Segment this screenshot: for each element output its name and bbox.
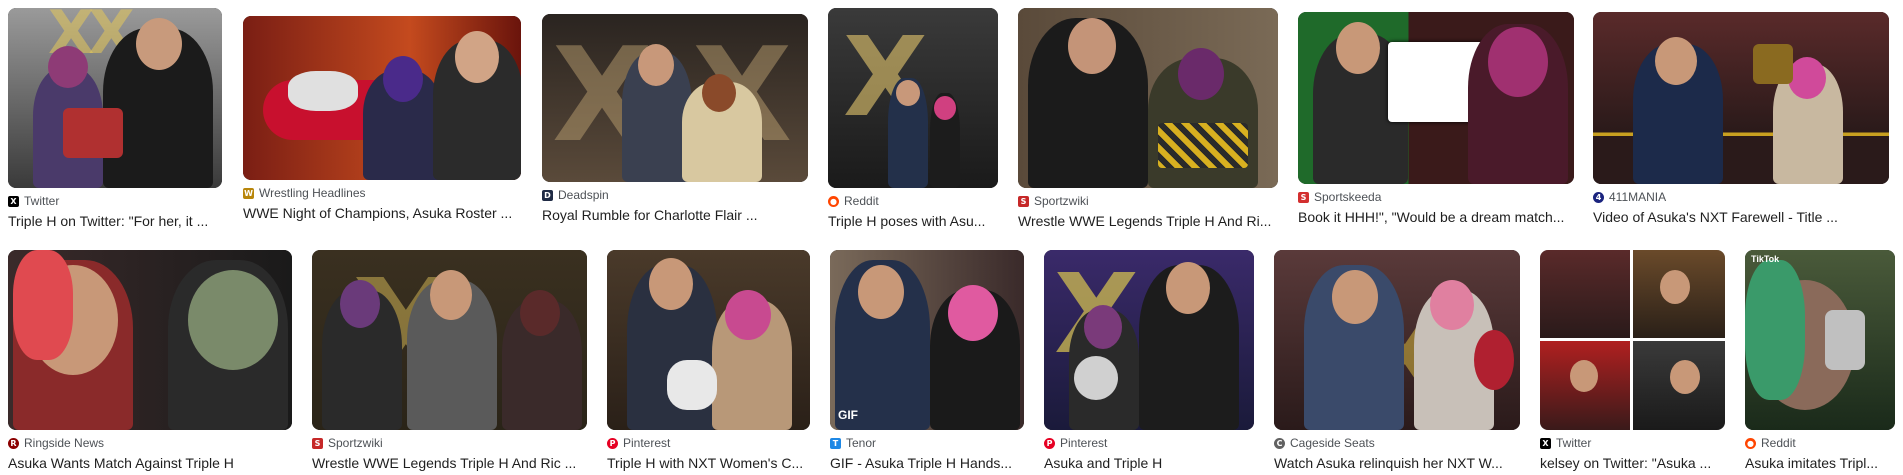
result-thumbnail[interactable]: X <box>312 250 587 430</box>
image-result-card[interactable]: X X D Deadspin Royal Rumble for Charlott… <box>542 14 808 223</box>
result-source: ● Reddit <box>828 194 998 208</box>
result-thumbnail[interactable]: X <box>828 8 998 188</box>
result-thumbnail[interactable]: X X <box>542 14 808 182</box>
result-source: P Pinterest <box>607 436 810 450</box>
image-result-card[interactable]: X Twitter kelsey on Twitter: "Asuka ... <box>1540 250 1725 471</box>
source-name: Wrestling Headlines <box>259 186 366 200</box>
source-name: Cageside Seats <box>1290 436 1375 450</box>
result-thumbnail[interactable] <box>8 250 292 430</box>
sportzwiki-icon: S <box>1018 195 1029 207</box>
result-source: D Deadspin <box>542 188 808 202</box>
result-title[interactable]: Triple H on Twitter: "For her, it ... <box>8 213 222 229</box>
result-thumbnail[interactable] <box>1540 250 1725 430</box>
result-thumbnail[interactable]: X <box>1274 250 1520 430</box>
source-name: Deadspin <box>558 188 609 202</box>
reddit-icon: ● <box>1745 437 1756 449</box>
result-source: S Sportskeeda <box>1298 190 1574 204</box>
source-name: Twitter <box>24 194 60 208</box>
result-thumbnail[interactable]: GIF <box>830 250 1024 430</box>
ringside-news-icon: R <box>8 437 19 449</box>
result-thumbnail[interactable]: XX <box>8 8 222 188</box>
tenor-icon: T <box>830 437 841 449</box>
result-title[interactable]: Wrestle WWE Legends Triple H And Ri... <box>1018 213 1278 229</box>
result-thumbnail[interactable] <box>607 250 810 430</box>
image-result-card[interactable]: W Wrestling Headlines WWE Night of Champ… <box>243 16 521 221</box>
wrestling-headlines-icon: W <box>243 187 254 199</box>
result-source: ● Reddit <box>1745 436 1895 450</box>
result-thumbnail[interactable] <box>1593 12 1889 184</box>
source-name: Twitter <box>1556 436 1592 450</box>
result-title[interactable]: Triple H with NXT Women's C... <box>607 455 810 471</box>
image-result-card[interactable]: P Pinterest Triple H with NXT Women's C.… <box>607 250 810 471</box>
source-name: Reddit <box>844 194 879 208</box>
source-name: 411MANIA <box>1609 190 1667 204</box>
result-source: S Sportzwiki <box>1018 194 1278 208</box>
result-thumbnail[interactable]: TikTok <box>1745 250 1895 430</box>
sportzwiki-icon: S <box>312 437 323 449</box>
result-title[interactable]: Watch Asuka relinquish her NXT W... <box>1274 455 1520 471</box>
result-source: P Pinterest <box>1044 436 1254 450</box>
result-title[interactable]: Video of Asuka's NXT Farewell - Title ..… <box>1593 209 1889 225</box>
result-title[interactable]: WWE Night of Champions, Asuka Roster ... <box>243 205 521 221</box>
image-result-card[interactable]: TikTok ● Reddit Asuka imitates Tripl... <box>1745 250 1895 471</box>
sportskeeda-icon: S <box>1298 191 1309 203</box>
result-title[interactable]: Triple H poses with Asu... <box>828 213 998 229</box>
result-title[interactable]: Asuka Wants Match Against Triple H <box>8 455 292 471</box>
pinterest-icon: P <box>1044 437 1055 449</box>
result-source: X Twitter <box>1540 436 1725 450</box>
result-title[interactable]: Wrestle WWE Legends Triple H And Ric ... <box>312 455 587 471</box>
result-source: X Twitter <box>8 194 222 208</box>
result-thumbnail[interactable]: X <box>1044 250 1254 430</box>
411mania-icon: 4 <box>1593 191 1604 203</box>
result-thumbnail[interactable] <box>1018 8 1278 188</box>
image-result-card[interactable]: X ● Reddit Triple H poses with Asu... <box>828 8 998 229</box>
result-title[interactable]: GIF - Asuka Triple H Hands... <box>830 455 1024 471</box>
x-logo-icon: X <box>1540 437 1551 449</box>
source-name: Ringside News <box>24 436 105 450</box>
reddit-icon: ● <box>828 195 839 207</box>
image-results-grid: XX X Twitter Triple H on Twitter: "For h… <box>0 0 1903 475</box>
x-logo-icon: X <box>8 195 19 207</box>
image-result-card[interactable]: X P Pinterest Asuka and Triple H <box>1044 250 1254 471</box>
pinterest-icon: P <box>607 437 618 449</box>
source-name: Reddit <box>1761 436 1796 450</box>
cageside-seats-icon: C <box>1274 437 1285 449</box>
image-result-card[interactable]: R Ringside News Asuka Wants Match Agains… <box>8 250 292 471</box>
source-name: Pinterest <box>623 436 671 450</box>
image-result-card[interactable]: X C Cageside Seats Watch Asuka relinquis… <box>1274 250 1520 471</box>
gif-badge: GIF <box>838 408 858 422</box>
image-result-card[interactable]: S Sportskeeda Book it HHH!", "Would be a… <box>1298 12 1574 225</box>
image-result-card[interactable]: XX X Twitter Triple H on Twitter: "For h… <box>8 8 222 229</box>
image-result-card[interactable]: GIF T Tenor GIF - Asuka Triple H Hands..… <box>830 250 1024 471</box>
result-source: R Ringside News <box>8 436 292 450</box>
result-title[interactable]: Asuka and Triple H <box>1044 455 1254 471</box>
result-title[interactable]: kelsey on Twitter: "Asuka ... <box>1540 455 1725 471</box>
image-result-card[interactable]: S Sportzwiki Wrestle WWE Legends Triple … <box>1018 8 1278 229</box>
source-name: Sportzwiki <box>328 436 383 450</box>
result-source: W Wrestling Headlines <box>243 186 521 200</box>
source-name: Tenor <box>846 436 877 450</box>
result-title[interactable]: Asuka imitates Tripl... <box>1745 455 1895 471</box>
deadspin-icon: D <box>542 189 553 201</box>
result-source: T Tenor <box>830 436 1024 450</box>
result-title[interactable]: Book it HHH!", "Would be a dream match..… <box>1298 209 1574 225</box>
image-result-card[interactable]: X S Sportzwiki Wrestle WWE Legends Tripl… <box>312 250 587 471</box>
tiktok-badge: TikTok <box>1751 254 1780 264</box>
source-name: Sportzwiki <box>1034 194 1089 208</box>
result-source: 4 411MANIA <box>1593 190 1889 204</box>
result-source: C Cageside Seats <box>1274 436 1520 450</box>
source-name: Pinterest <box>1060 436 1108 450</box>
source-name: Sportskeeda <box>1314 190 1382 204</box>
result-title[interactable]: Royal Rumble for Charlotte Flair ... <box>542 207 808 223</box>
result-source: S Sportzwiki <box>312 436 587 450</box>
result-thumbnail[interactable] <box>1298 12 1574 184</box>
result-thumbnail[interactable] <box>243 16 521 180</box>
image-result-card[interactable]: 4 411MANIA Video of Asuka's NXT Farewell… <box>1593 12 1889 225</box>
